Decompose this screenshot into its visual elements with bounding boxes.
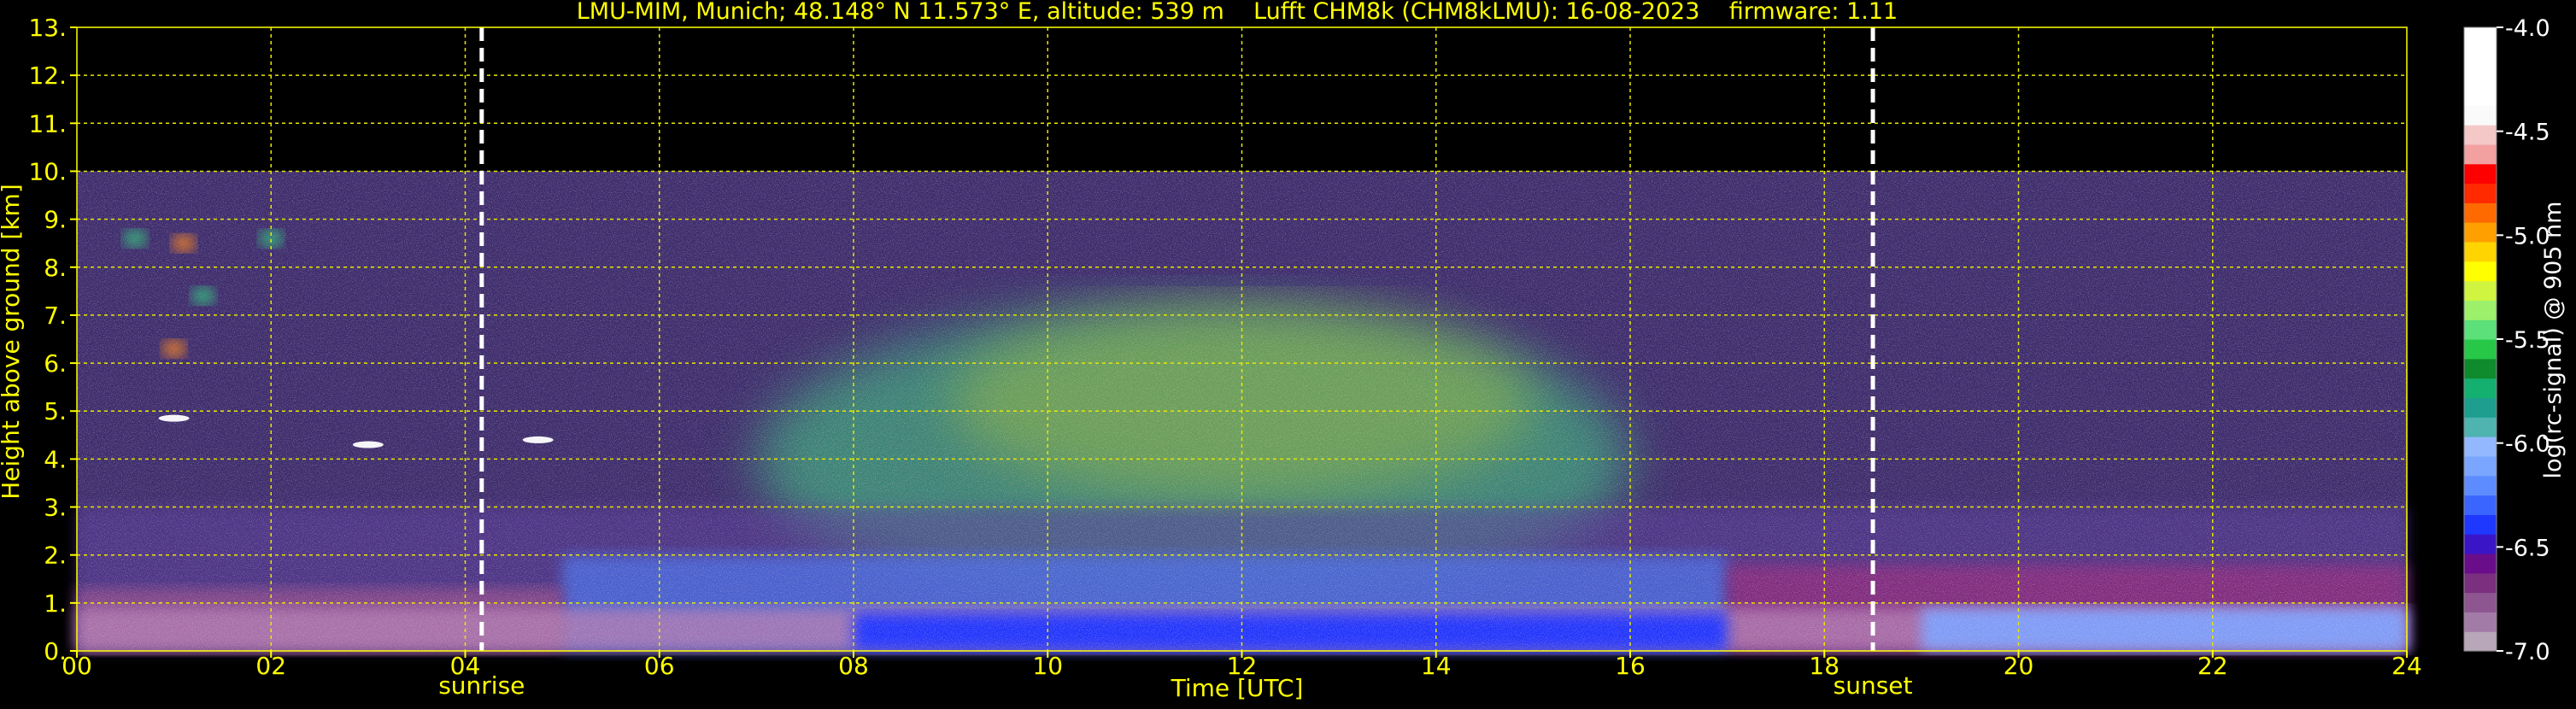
colorbar-swatch: [2464, 455, 2497, 477]
cloud-feature: [161, 340, 186, 358]
colorbar-swatch: [2464, 612, 2497, 632]
colorbar-swatch: [2464, 358, 2497, 379]
x-tick-label: 18: [1809, 652, 1840, 680]
colorbar-swatch: [2464, 163, 2497, 185]
y-tick-label: 12.: [28, 62, 67, 90]
x-tick-label: 22: [2198, 652, 2228, 680]
colorbar-tick-label: -4.0: [2505, 15, 2550, 42]
colorbar-tick-label: -7.0: [2505, 639, 2550, 665]
x-tick-label: 24: [2391, 652, 2422, 680]
colorbar-swatch: [2464, 495, 2497, 515]
colorbar-swatch: [2464, 183, 2497, 203]
colorbar-tick-label: -4.5: [2505, 120, 2550, 146]
cloud-feature-white: [522, 436, 554, 443]
event-label-sunset: sunset: [1834, 671, 1913, 700]
x-axis-label: Time [UTC]: [1171, 674, 1304, 702]
colorbar-swatch: [2464, 397, 2497, 418]
y-tick-label: 3.: [44, 494, 67, 522]
y-axis-label: Height above ground [km]: [0, 184, 25, 500]
y-tick-label: 6.: [44, 349, 67, 378]
y-tick-label: 4.: [44, 445, 67, 473]
cloud-feature: [123, 230, 148, 248]
colorbar-swatch: [2464, 144, 2497, 165]
y-tick-label: 1.: [44, 589, 67, 618]
x-tick-label: 20: [2004, 652, 2034, 680]
chart-title: LMU-MIM, Munich; 48.148° N 11.573° E, al…: [577, 0, 1898, 25]
x-tick-label: 10: [1032, 652, 1063, 680]
x-tick-label: 04: [450, 652, 481, 680]
y-tick-label: 2.: [44, 542, 67, 570]
y-tick-label: 9.: [44, 206, 67, 234]
x-tick-label: 08: [838, 652, 869, 680]
colorbar-swatch: [2464, 475, 2497, 496]
cloud-feature: [191, 287, 215, 305]
colorbar-swatch: [2464, 66, 2497, 87]
colorbar-swatch: [2464, 202, 2497, 223]
cloud-feature-white: [352, 441, 384, 448]
colorbar-swatch: [2464, 631, 2497, 652]
colorbar-swatch: [2464, 553, 2497, 574]
y-tick-label: 8.: [44, 254, 67, 282]
y-tick-label: 10.: [28, 157, 67, 185]
cloud-feature: [171, 234, 196, 252]
colorbar-swatch: [2464, 417, 2497, 437]
colorbar-swatch: [2464, 46, 2497, 67]
y-tick-label: 0.: [44, 637, 67, 665]
x-tick-label: 06: [644, 652, 675, 680]
colorbar-swatch: [2464, 572, 2497, 594]
y-tick-label: 5.: [44, 397, 67, 425]
x-tick-label: 14: [1421, 652, 1452, 680]
chart-svg: sunrise sunset 00 02 04 06 08 10 12 14 16 18 20 22 24…: [0, 0, 2576, 706]
colorbar-swatch: [2464, 300, 2497, 320]
colorbar-swatch: [2464, 437, 2497, 457]
colorbar-label: log(rc-signal) @ 905 nm: [2540, 202, 2567, 479]
colorbar-swatch: [2464, 241, 2497, 262]
colorbar-swatch: [2464, 378, 2497, 399]
colorbar-swatch: [2464, 514, 2497, 535]
colorbar-swatch: [2464, 592, 2497, 612]
colorbar-swatch: [2464, 85, 2497, 106]
x-tick-label: 02: [255, 652, 286, 680]
colorbar-swatch: [2464, 339, 2497, 360]
y-tick-label: 11.: [28, 109, 67, 138]
colorbar-swatch: [2464, 105, 2497, 126]
colorbar-swatch: [2464, 125, 2497, 145]
ceilometer-chart: sunrise sunset 00 02 04 06 08 10 12 14 16 18 20 22 24…: [0, 0, 2576, 706]
colorbar-swatch: [2464, 222, 2497, 243]
colorbar-swatch: [2464, 534, 2497, 554]
colorbar-swatch: [2464, 280, 2497, 301]
x-tick-label: 16: [1615, 652, 1646, 680]
colorbar-swatch: [2464, 27, 2497, 48]
cloud-feature-white: [158, 414, 190, 422]
y-tick-label: 7.: [44, 302, 67, 330]
y-tick-label: 13.: [28, 14, 67, 42]
colorbar-tick-label: -6.5: [2505, 535, 2550, 561]
colorbar-swatch: [2464, 319, 2497, 340]
colorbar-swatch: [2464, 261, 2497, 282]
